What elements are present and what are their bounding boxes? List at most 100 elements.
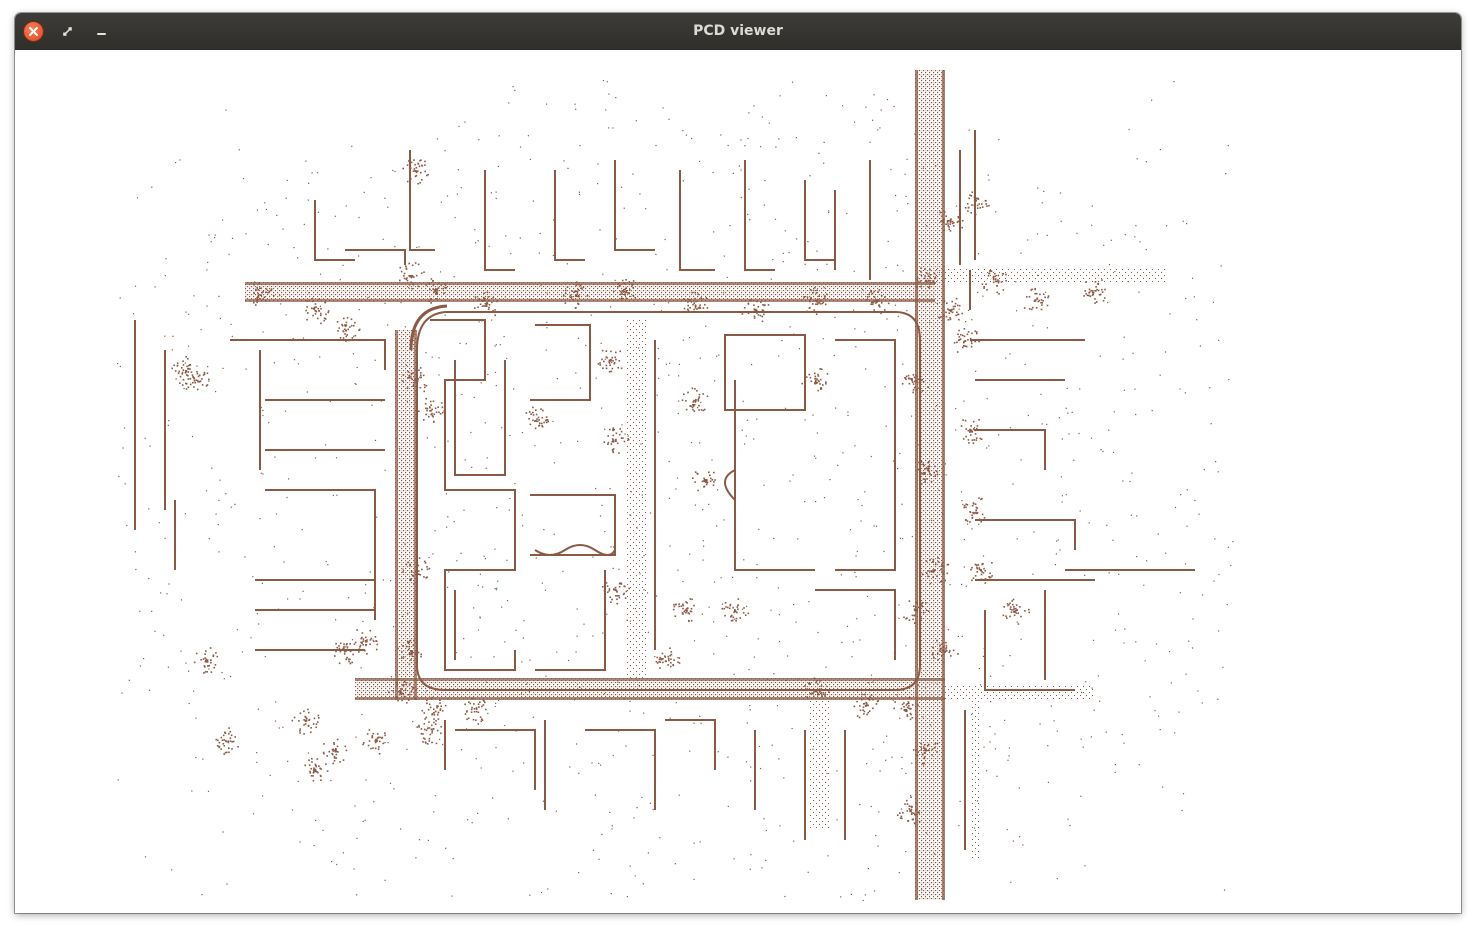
noise-point bbox=[827, 855, 829, 857]
noise-point bbox=[836, 770, 838, 772]
tree-point bbox=[421, 568, 423, 571]
tree-point bbox=[981, 513, 984, 516]
noise-point bbox=[1129, 480, 1131, 483]
tree-point bbox=[616, 598, 618, 601]
tree-point bbox=[376, 643, 379, 646]
noise-point bbox=[713, 653, 715, 655]
tree-point bbox=[687, 612, 689, 614]
noise-point bbox=[471, 466, 473, 468]
tree-point bbox=[1009, 608, 1012, 610]
tree-point bbox=[208, 664, 210, 667]
tree-point bbox=[975, 512, 978, 515]
tree-point bbox=[670, 653, 673, 656]
noise-point bbox=[256, 752, 258, 754]
noise-point bbox=[1128, 128, 1130, 131]
tree-point bbox=[420, 171, 422, 174]
noise-point bbox=[135, 568, 137, 571]
tree-point bbox=[991, 562, 993, 564]
noise-point bbox=[215, 513, 217, 515]
tree-point bbox=[966, 203, 969, 205]
tree-point bbox=[725, 606, 727, 608]
noise-point bbox=[322, 829, 324, 831]
tree-point bbox=[958, 329, 960, 332]
noise-point bbox=[1013, 609, 1015, 611]
noise-point bbox=[781, 340, 783, 342]
tree-point bbox=[1015, 609, 1017, 612]
noise-point bbox=[303, 223, 305, 225]
tree-point bbox=[910, 707, 912, 710]
tree-point bbox=[673, 603, 675, 606]
noise-point bbox=[973, 427, 976, 429]
tree-point bbox=[429, 706, 432, 709]
tree-point bbox=[298, 720, 300, 722]
noise-point bbox=[720, 134, 722, 136]
tree-point bbox=[757, 314, 760, 316]
noise-point bbox=[160, 592, 162, 594]
noise-point bbox=[928, 273, 930, 275]
noise-point bbox=[392, 626, 395, 628]
tree-point bbox=[618, 284, 621, 287]
tree-point bbox=[234, 736, 236, 738]
tree-point bbox=[308, 719, 310, 722]
noise-point bbox=[382, 742, 384, 745]
tree-point bbox=[410, 579, 412, 582]
tree-point bbox=[529, 423, 532, 426]
tree-point bbox=[437, 711, 440, 714]
tree-point bbox=[1002, 289, 1005, 291]
tree-point bbox=[187, 371, 190, 373]
tree-point bbox=[997, 279, 999, 281]
noise-point bbox=[765, 829, 767, 832]
tree-point bbox=[923, 757, 926, 760]
tree-point bbox=[912, 389, 915, 391]
tree-point bbox=[381, 736, 384, 739]
noise-point bbox=[400, 828, 402, 830]
tree-point bbox=[871, 292, 874, 295]
tree-point bbox=[209, 659, 212, 662]
noise-point bbox=[836, 819, 838, 821]
noise-point bbox=[578, 193, 581, 195]
noise-point bbox=[301, 529, 303, 531]
tree-point bbox=[415, 658, 418, 661]
tree-point bbox=[914, 813, 916, 816]
tree-point bbox=[430, 409, 432, 412]
tree-point bbox=[220, 748, 222, 750]
tree-point bbox=[1028, 308, 1031, 310]
noise-point bbox=[886, 735, 888, 737]
tree-point bbox=[204, 671, 207, 673]
noise-point bbox=[329, 400, 331, 402]
tree-point bbox=[439, 702, 441, 704]
noise-point bbox=[870, 455, 872, 458]
tree-point bbox=[424, 386, 426, 389]
noise-point bbox=[1006, 829, 1008, 831]
noise-point bbox=[603, 692, 605, 695]
noise-point bbox=[983, 647, 985, 649]
noise-point bbox=[894, 304, 896, 306]
tree-point bbox=[678, 603, 680, 605]
tree-point bbox=[428, 415, 430, 418]
title-bar[interactable]: PCD viewer bbox=[15, 13, 1461, 50]
tree-point bbox=[367, 744, 370, 747]
noise-point bbox=[1186, 489, 1188, 491]
tree-point bbox=[405, 681, 407, 684]
noise-point bbox=[319, 356, 321, 358]
noise-point bbox=[282, 228, 284, 230]
tree-point bbox=[877, 291, 879, 293]
point-cloud-viewport[interactable] bbox=[15, 50, 1461, 913]
noise-point bbox=[840, 896, 842, 898]
tree-point bbox=[483, 299, 485, 302]
tree-point bbox=[371, 735, 374, 737]
tree-point bbox=[323, 319, 325, 322]
tree-point bbox=[213, 666, 215, 669]
tree-point bbox=[231, 741, 233, 743]
tree-point bbox=[1047, 295, 1050, 297]
tree-point bbox=[931, 748, 934, 751]
tree-point bbox=[358, 328, 361, 331]
noise-point bbox=[269, 774, 271, 776]
noise-point bbox=[165, 258, 167, 260]
tree-point bbox=[339, 642, 342, 645]
tree-point bbox=[218, 746, 220, 749]
tree-point bbox=[613, 361, 616, 364]
tree-point bbox=[942, 565, 944, 567]
tree-point bbox=[216, 655, 219, 658]
tree-point bbox=[196, 371, 198, 373]
